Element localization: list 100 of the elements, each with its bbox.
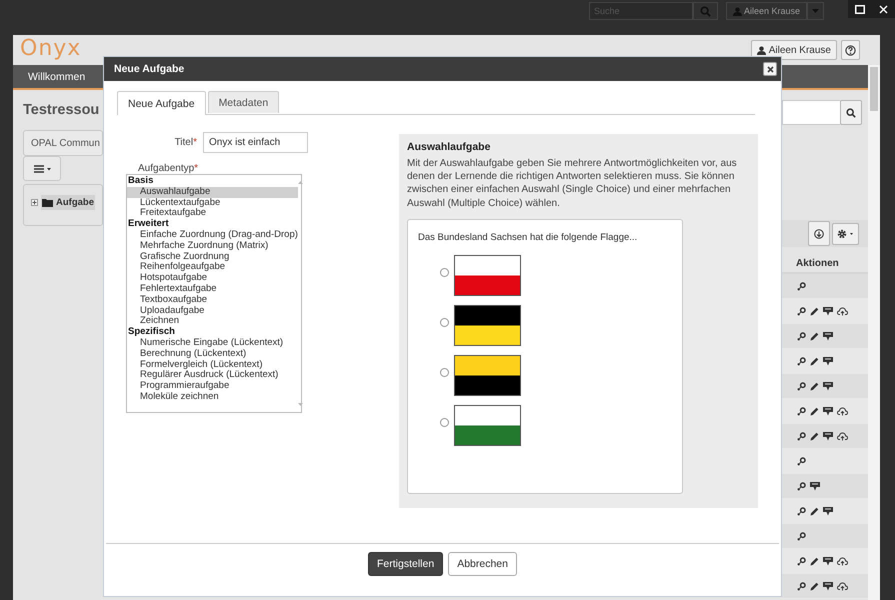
comment-icon[interactable]	[823, 406, 833, 416]
close-icon[interactable]	[879, 4, 888, 14]
key-icon[interactable]	[797, 582, 806, 590]
key-icon[interactable]	[797, 306, 806, 316]
settings-button[interactable]	[832, 222, 859, 244]
tab[interactable]: Metadaten	[208, 91, 280, 113]
list-item[interactable]: Regulärer Ausdruck (Lückentext)	[127, 370, 298, 382]
key-icon[interactable]	[797, 456, 806, 466]
close-icon	[766, 66, 774, 72]
user-button[interactable]: Aileen Krause	[726, 2, 807, 20]
key-icon[interactable]	[797, 406, 806, 416]
nav-tab[interactable]: Willkommen	[28, 70, 86, 82]
list-item[interactable]: Auswahlaufgabe	[127, 186, 298, 198]
radio-button[interactable]	[440, 268, 449, 277]
list-item[interactable]: Textboxaufgabe	[127, 294, 298, 306]
help-button[interactable]	[841, 40, 860, 60]
list-group-header: Spezifisch	[127, 327, 176, 338]
pencil-icon[interactable]	[810, 582, 819, 590]
search-icon	[846, 108, 856, 118]
pencil-icon[interactable]	[810, 356, 819, 366]
list-item[interactable]: Formelvergleich (Lückentext)	[127, 360, 298, 370]
close-button[interactable]	[763, 62, 777, 76]
menu-icon	[34, 164, 50, 172]
pencil-icon[interactable]	[810, 306, 819, 316]
pencil-icon[interactable]	[810, 506, 819, 516]
pencil-icon[interactable]	[810, 556, 819, 566]
scroll-thumb[interactable]	[870, 67, 878, 111]
search-icon	[700, 6, 711, 16]
radio-button[interactable]	[440, 418, 449, 427]
preview-title: Auswahlaufgabe	[407, 141, 492, 153]
scrollbar[interactable]	[868, 65, 880, 600]
pencil-icon[interactable]	[810, 382, 819, 390]
list-item[interactable]: Reihenfolgeaufgabe	[127, 262, 298, 274]
key-icon[interactable]	[797, 506, 806, 516]
flag-drawing	[454, 404, 521, 446]
list-item[interactable]: Zeichnen	[127, 316, 298, 328]
cloud-upload-icon[interactable]	[837, 306, 848, 316]
comment-icon[interactable]	[823, 332, 833, 340]
list-item[interactable]: Grafische Zuordnung	[127, 252, 298, 262]
help-icon	[845, 44, 856, 56]
flag-drawing	[454, 304, 521, 346]
radio-button[interactable]	[440, 318, 449, 327]
radio-button[interactable]	[440, 368, 449, 377]
key-icon[interactable]	[797, 282, 806, 290]
comment-icon[interactable]	[823, 306, 833, 316]
list-item[interactable]: Uploadaufgabe	[127, 306, 298, 316]
flag-drawing	[454, 254, 521, 296]
list-group-header: Erweitert	[127, 219, 170, 230]
tree-item[interactable]: Aufgabe	[41, 195, 95, 210]
key-icon[interactable]	[797, 332, 806, 340]
menu-button[interactable]	[23, 156, 61, 181]
search-button[interactable]	[840, 100, 862, 125]
key-icon[interactable]	[797, 556, 806, 566]
cloud-upload-icon[interactable]	[837, 432, 848, 440]
list-item[interactable]: Lückentextaufgabe	[127, 198, 298, 208]
key-icon[interactable]	[797, 532, 806, 540]
list-item[interactable]: Einfache Zuordnung (Drag-and-Drop)	[127, 230, 298, 241]
list-item[interactable]: Berechnung (Lückentext)	[127, 348, 298, 360]
flag-drawing	[454, 354, 521, 396]
user-icon	[732, 6, 742, 16]
comment-icon[interactable]	[823, 382, 833, 390]
list-item[interactable]: Numerische Eingabe (Lückentext)	[127, 338, 298, 349]
field-label: Titel*	[174, 137, 197, 148]
pencil-icon[interactable]	[810, 406, 819, 416]
list-item[interactable]: Freitextaufgabe	[127, 208, 298, 220]
dialog-title: Neue Aufgabe	[114, 63, 184, 75]
key-icon[interactable]	[797, 356, 806, 366]
add-icon	[814, 228, 824, 238]
finish-button[interactable]: Fertigstellen	[368, 552, 444, 576]
cancel-button[interactable]: Abbrechen	[448, 552, 517, 576]
comment-icon[interactable]	[823, 582, 833, 590]
add-button[interactable]	[808, 221, 830, 246]
key-icon[interactable]	[797, 482, 806, 490]
comment-icon[interactable]	[823, 356, 833, 366]
user-icon	[756, 46, 766, 54]
comment-icon[interactable]	[810, 482, 820, 490]
list-item[interactable]: Fehlertextaufgabe	[127, 284, 298, 295]
key-icon[interactable]	[797, 382, 806, 390]
settings-icon	[837, 228, 854, 238]
user-button[interactable]: Aileen Krause	[750, 40, 837, 60]
list-item[interactable]: Hotspotaufgabe	[127, 273, 298, 284]
title-input[interactable]: Onyx ist einfach	[203, 132, 308, 153]
comment-icon[interactable]	[823, 556, 833, 566]
pencil-icon[interactable]	[810, 332, 819, 340]
cloud-upload-icon[interactable]	[837, 406, 848, 416]
comment-icon[interactable]	[823, 432, 833, 440]
list-item[interactable]: Moleküle zeichnen	[127, 392, 298, 403]
comment-icon[interactable]	[823, 506, 833, 516]
maximize-icon[interactable]	[855, 4, 865, 14]
cloud-upload-icon[interactable]	[837, 556, 848, 566]
pencil-icon[interactable]	[810, 432, 819, 440]
tab[interactable]: Neue Aufgabe	[117, 91, 206, 115]
cloud-upload-icon[interactable]	[837, 582, 848, 590]
expand-icon[interactable]	[31, 199, 38, 206]
page-title: Testressou	[23, 102, 100, 118]
list-item[interactable]: Mehrfache Zuordnung (Matrix)	[127, 240, 298, 252]
list-group-header: Basis	[127, 176, 154, 187]
key-icon[interactable]	[797, 432, 806, 440]
task-type-list[interactable]	[126, 174, 302, 413]
list-item[interactable]: Programmieraufgabe	[127, 381, 298, 392]
